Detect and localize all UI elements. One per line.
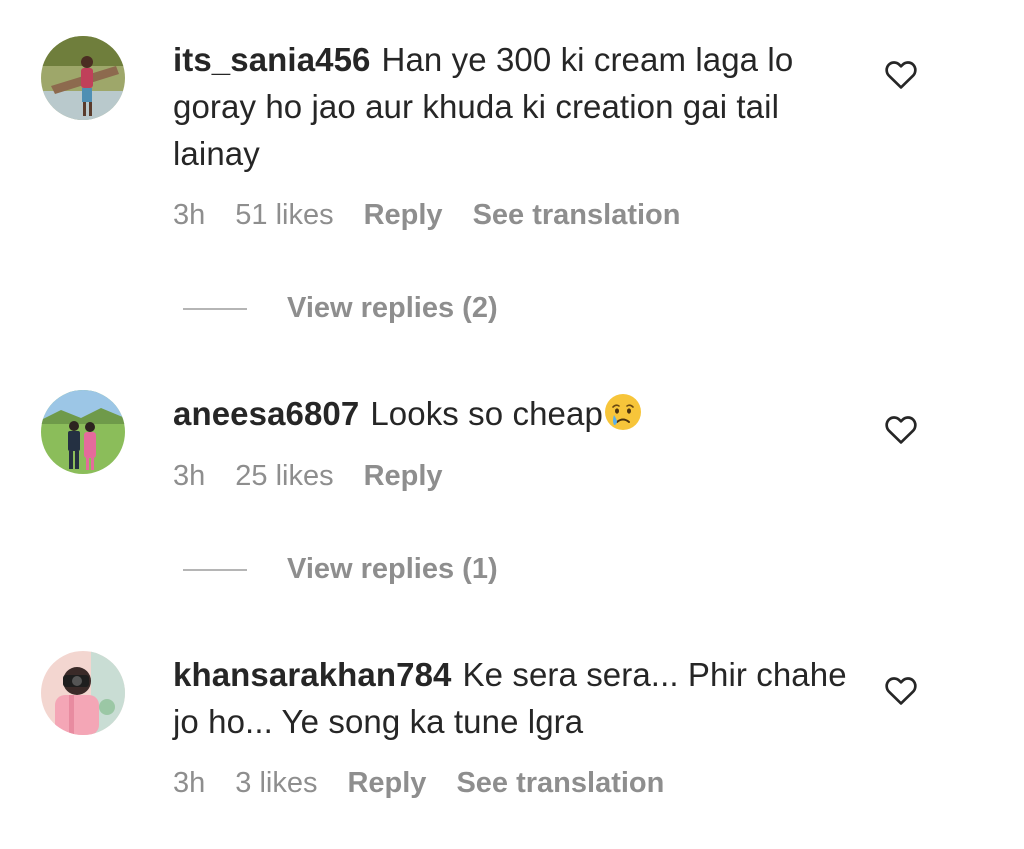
comment-username[interactable]: khansarakhan784 <box>173 656 452 693</box>
comment-time: 3h <box>173 767 206 799</box>
see-translation-button[interactable]: See translation <box>456 767 664 799</box>
comment-likes[interactable]: 3 likes <box>235 767 317 799</box>
avatar-photo <box>41 651 125 735</box>
comment-meta: 3h 3 likes Reply See translation <box>173 767 694 800</box>
comment-text-block: khansarakhan784 Ke sera sera... Phir chah… <box>173 651 853 745</box>
avatar[interactable] <box>41 651 125 735</box>
comment-item: khansarakhan784 Ke sera sera... Phir chah… <box>0 0 1024 830</box>
heart-icon[interactable] <box>884 674 918 706</box>
reply-button[interactable]: Reply <box>347 767 426 799</box>
